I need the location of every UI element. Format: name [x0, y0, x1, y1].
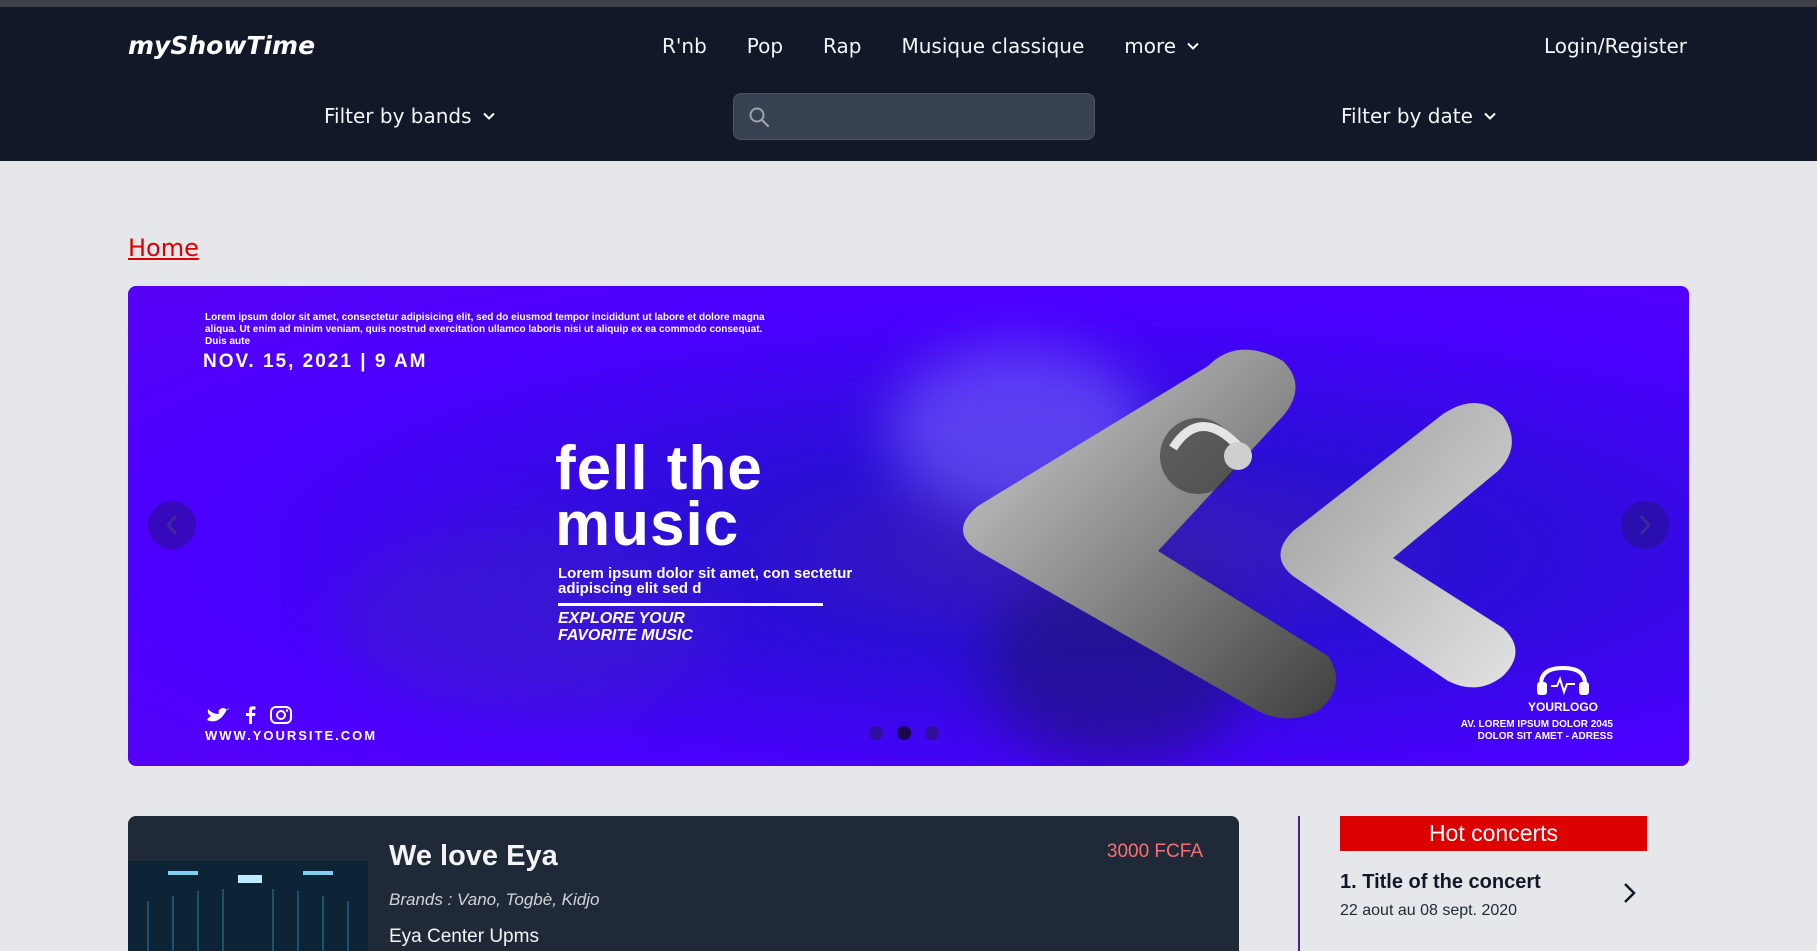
hot-concerts-header: Hot concerts	[1340, 816, 1647, 851]
carousel-dot-1[interactable]	[869, 726, 883, 740]
carousel-dot-2[interactable]	[897, 726, 911, 740]
concert-venue: Eya Center Upms	[389, 926, 539, 947]
nav-link-pop[interactable]: Pop	[747, 34, 783, 58]
banner-logo: YOURLOGO	[1523, 665, 1603, 714]
banner-subtitle: Lorem ipsum dolor sit amet, con sectetur…	[558, 565, 853, 597]
breadcrumb-home[interactable]: Home	[128, 234, 199, 262]
chevron-left-icon	[165, 515, 178, 535]
banner-divider	[558, 603, 823, 606]
chevron-down-icon	[1187, 42, 1199, 50]
hot-concert-title: 1. Title of the concert	[1340, 871, 1541, 893]
hot-concerts-panel: Hot concerts 1. Title of the concert 22 …	[1340, 816, 1647, 931]
banner-explore-line2: FAVORITE MUSIC	[558, 627, 693, 644]
facebook-icon	[246, 706, 256, 724]
banner-address-line2: DOLOR SIT AMET - ADRESS	[1477, 731, 1613, 742]
more-label: more	[1124, 34, 1177, 58]
banner-logo-text: YOURLOGO	[1527, 700, 1598, 714]
banner-headline-line2: music	[555, 490, 740, 559]
banner-explore-text: EXPLORE YOUR FAVORITE MUSIC	[558, 610, 818, 644]
carousel-dot-3[interactable]	[925, 726, 939, 740]
carousel-next-button[interactable]	[1621, 501, 1669, 549]
chevron-right-icon	[1624, 883, 1636, 903]
hot-concert-date: 22 aout au 08 sept. 2020	[1340, 902, 1518, 919]
nav-link-rap[interactable]: Rap	[823, 34, 861, 58]
concert-brands: Brands : Vano, Togbè, Kidjo	[389, 890, 600, 909]
carousel-prev-button[interactable]	[148, 501, 196, 549]
chevron-down-icon	[1484, 112, 1496, 120]
nav-link-rnb[interactable]: R'nb	[662, 34, 707, 58]
genre-links: R'nb Pop Rap Musique classique more	[662, 34, 1200, 58]
twitter-icon	[207, 708, 230, 722]
banner-address-line1: AV. LOREM IPSUM DOLOR 2045	[1460, 719, 1613, 730]
banner-lorem-text: Lorem ipsum dolor sit amet, consectetur …	[205, 312, 765, 347]
banner-explore-line1: EXPLORE YOUR	[558, 610, 685, 627]
window-top-strip	[0, 0, 1817, 7]
banner-address: AV. LOREM IPSUM DOLOR 2045 DOLOR SIT AME…	[1461, 719, 1613, 743]
concert-image-art	[128, 861, 368, 951]
search-icon	[749, 107, 770, 128]
filter-bands-label: Filter by bands	[324, 104, 472, 128]
login-register-link[interactable]: Login/Register	[1544, 34, 1687, 58]
chevron-right-icon	[1639, 515, 1652, 535]
filter-by-date-dropdown[interactable]: Filter by date	[1341, 104, 1497, 128]
headphones-icon	[1537, 665, 1589, 696]
top-navbar: myShowTime R'nb Pop Rap Musique classiqu…	[0, 7, 1817, 161]
instagram-icon	[270, 706, 292, 724]
filter-by-bands-dropdown[interactable]: Filter by bands	[324, 104, 496, 128]
concert-image	[128, 861, 368, 951]
more-dropdown[interactable]: more	[1124, 34, 1200, 58]
banner-headline-line1: fell the	[555, 434, 763, 503]
chevron-down-icon	[482, 112, 495, 120]
concert-card[interactable]: We love Eya 3000 FCFA Brands : Vano, Tog…	[128, 816, 1239, 951]
banner-website: WWW.YOURSITE.COM	[205, 728, 378, 743]
brand-logo[interactable]: myShowTime	[128, 31, 315, 60]
concert-price: 3000 FCFA	[1106, 841, 1203, 862]
carousel-indicators	[869, 726, 939, 740]
hot-concert-item[interactable]: 1. Title of the concert 22 aout au 08 se…	[1340, 871, 1647, 931]
banner-headline: fell the music	[555, 434, 915, 559]
social-icons	[205, 706, 293, 724]
search-box	[733, 93, 1095, 140]
nav-link-musique-classique[interactable]: Musique classique	[901, 34, 1084, 58]
banner-date: NOV. 15, 2021 | 9 AM	[203, 351, 428, 372]
concert-title[interactable]: We love Eya	[389, 840, 558, 873]
hero-carousel: Lorem ipsum dolor sit amet, consectetur …	[128, 286, 1689, 766]
sidebar-divider	[1298, 816, 1300, 951]
filter-date-label: Filter by date	[1341, 104, 1473, 128]
search-input[interactable]	[780, 102, 1080, 132]
